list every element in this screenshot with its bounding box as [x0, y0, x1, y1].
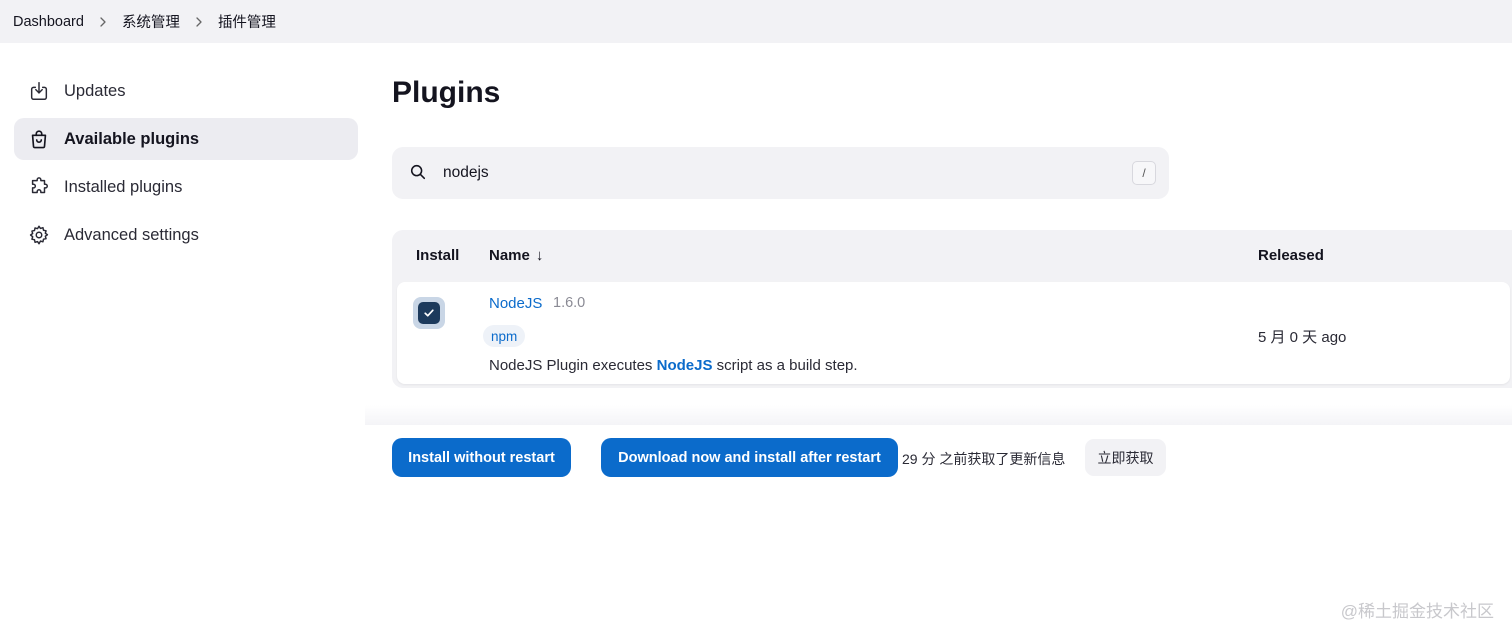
search-bar: / — [392, 147, 1169, 199]
column-header-name-label: Name — [489, 247, 530, 264]
watermark: @稀土掘金技术社区 — [1340, 602, 1494, 621]
search-input[interactable] — [443, 147, 1132, 199]
fetch-now-button[interactable]: 立即获取 — [1085, 439, 1166, 476]
sidebar-item-available-plugins[interactable]: Available plugins — [14, 118, 358, 160]
plugin-description-link[interactable]: NodeJS — [657, 357, 713, 374]
sidebar-item-label: Available plugins — [64, 129, 200, 148]
breadcrumb: Dashboard 系统管理 插件管理 — [0, 0, 1512, 43]
install-checkbox[interactable] — [418, 302, 440, 324]
table-row: NodeJS 1.6.0 npm NodeJS Plugin executes … — [397, 282, 1510, 384]
shopping-bag-icon — [27, 127, 51, 151]
plugin-description-prefix: NodeJS Plugin executes — [489, 357, 657, 374]
chevron-right-icon — [84, 16, 122, 28]
sidebar-item-label: Advanced settings — [64, 225, 199, 244]
sidebar-item-updates[interactable]: Updates — [14, 70, 358, 112]
sidebar-item-advanced-settings[interactable]: Advanced settings — [14, 214, 358, 256]
breadcrumb-dashboard[interactable]: Dashboard — [13, 14, 84, 30]
sidebar-item-label: Updates — [64, 81, 126, 100]
chevron-right-icon — [180, 16, 218, 28]
column-header-install: Install — [416, 247, 460, 264]
table-header: Install Name ↓ Released — [392, 230, 1512, 282]
download-install-after-restart-button[interactable]: Download now and install after restart — [601, 438, 898, 477]
gear-icon — [27, 223, 51, 247]
download-icon — [27, 79, 51, 103]
plugin-released-date: 5 月 0 天 ago — [1258, 329, 1347, 346]
bottom-divider — [365, 405, 1512, 425]
sidebar-item-label: Installed plugins — [64, 177, 183, 196]
column-header-released: Released — [1258, 247, 1324, 264]
plugin-description: NodeJS Plugin executes NodeJS script as … — [489, 357, 858, 374]
plugins-table: Install Name ↓ Released NodeJS 1.6.0 npm … — [392, 230, 1512, 388]
plugin-version: 1.6.0 — [553, 295, 586, 311]
update-info-text: 29 分 之前获取了更新信息 — [902, 451, 1066, 467]
breadcrumb-system-manage[interactable]: 系统管理 — [122, 11, 180, 32]
plugin-tag-npm[interactable]: npm — [483, 325, 526, 347]
plugin-description-suffix: script as a build step. — [712, 357, 858, 374]
keyboard-shortcut-hint: / — [1132, 161, 1156, 185]
sidebar: Updates Available plugins Installed plug… — [14, 70, 358, 262]
plugin-name-link[interactable]: NodeJS — [489, 295, 542, 312]
checkbox-focus-ring — [413, 297, 445, 329]
sort-arrow-icon: ↓ — [535, 247, 544, 264]
install-without-restart-button[interactable]: Install without restart — [392, 438, 571, 477]
page-title: Plugins — [392, 76, 501, 109]
sidebar-item-installed-plugins[interactable]: Installed plugins — [14, 166, 358, 208]
search-icon — [409, 163, 429, 183]
column-header-name[interactable]: Name ↓ — [489, 247, 543, 264]
checkmark-icon — [424, 309, 434, 317]
breadcrumb-plugin-manage[interactable]: 插件管理 — [218, 11, 276, 32]
puzzle-icon — [27, 175, 51, 199]
